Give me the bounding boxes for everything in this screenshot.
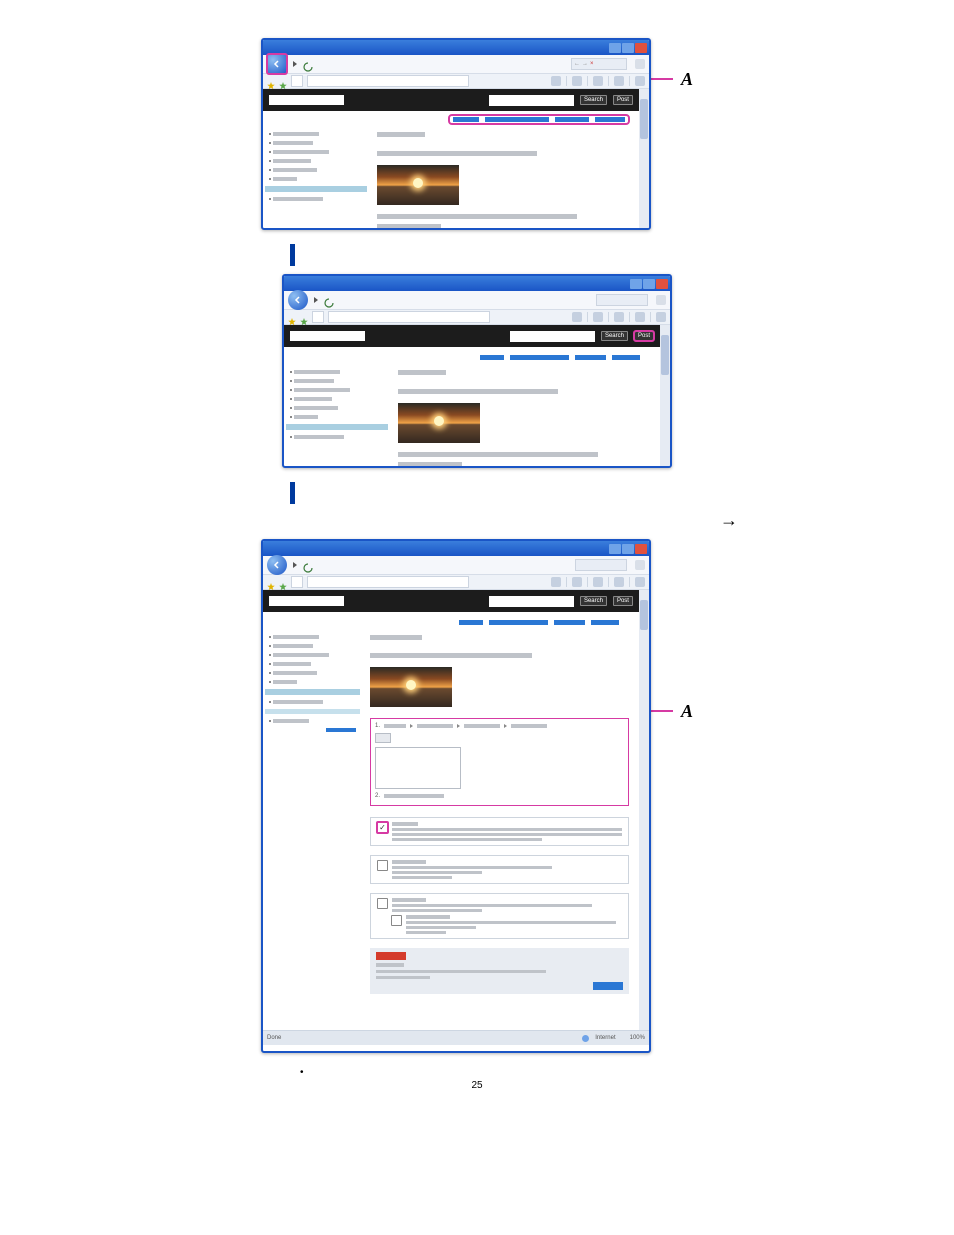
post-form: 1. — [370, 718, 629, 806]
search-button[interactable]: Search — [601, 331, 628, 341]
close-icon — [635, 43, 647, 53]
post-button[interactable]: Post — [613, 596, 633, 606]
tab-icon — [291, 75, 303, 87]
callout-A-label: A — [681, 69, 693, 90]
page-number: 25 — [0, 1080, 954, 1091]
option-checkbox[interactable] — [377, 898, 388, 909]
maximize-icon — [643, 279, 655, 289]
zone-icon — [582, 1035, 589, 1042]
screenshot-3: Search Post — [261, 539, 651, 1053]
content-image — [377, 165, 459, 205]
content-image — [370, 667, 452, 707]
browser-tab-bar — [263, 74, 649, 89]
submit-button[interactable] — [593, 982, 623, 990]
favorites-icon — [267, 77, 275, 85]
search-input[interactable] — [510, 331, 595, 342]
close-icon — [656, 279, 668, 289]
breadcrumb: 1. — [375, 723, 624, 729]
search-go-icon — [635, 59, 645, 69]
screenshot-1: ← → × — [261, 38, 651, 230]
back-button[interactable] — [267, 54, 287, 74]
options-section — [370, 817, 629, 846]
refresh-icon — [324, 295, 334, 305]
status-bar: Done Internet 100% — [263, 1030, 649, 1045]
maximize-icon — [622, 43, 634, 53]
section-marker — [290, 482, 954, 504]
option-checkbox[interactable] — [377, 822, 388, 833]
cancel-button[interactable] — [376, 952, 406, 960]
home-icon — [551, 76, 561, 86]
tools-icon — [635, 76, 645, 86]
content-image — [398, 403, 480, 443]
page-content: Search Post — [263, 89, 649, 230]
browser-tab[interactable] — [307, 75, 469, 87]
back-button[interactable] — [288, 290, 308, 310]
site-logo — [290, 331, 365, 341]
post-textarea[interactable] — [375, 747, 461, 789]
post-button[interactable]: Post — [613, 95, 633, 105]
add-favorite-icon — [279, 77, 287, 85]
close-icon — [635, 544, 647, 554]
submenu-row[interactable] — [449, 115, 629, 124]
search-input[interactable] — [489, 596, 574, 607]
refresh-icon — [303, 59, 313, 69]
site-logo — [269, 596, 344, 606]
search-go-icon — [656, 295, 666, 305]
sidebar — [263, 128, 369, 230]
print-icon — [593, 76, 603, 86]
minimize-icon — [630, 279, 642, 289]
minimize-icon — [609, 43, 621, 53]
section-marker — [290, 244, 954, 266]
favorites-icon — [288, 313, 296, 321]
dropdown-icon — [293, 61, 297, 67]
window-titlebar — [263, 40, 649, 55]
bullet-point: • — [300, 1067, 954, 1078]
dropdown-icon — [314, 297, 318, 303]
callout-A-label: A — [681, 701, 693, 722]
back-button[interactable] — [267, 555, 287, 575]
feeds-icon — [572, 76, 582, 86]
status-zone: Internet — [595, 1035, 615, 1041]
search-button[interactable]: Search — [580, 596, 607, 606]
option-checkbox[interactable] — [377, 860, 388, 871]
minimize-icon — [609, 544, 621, 554]
arrow-right: → — [720, 510, 954, 531]
browser-nav-bar: ← → × — [263, 55, 649, 74]
status-zoom: 100% — [630, 1035, 645, 1041]
post-button[interactable]: Post — [634, 331, 654, 341]
format-button[interactable] — [375, 733, 391, 743]
status-done: Done — [267, 1035, 281, 1041]
maximize-icon — [622, 544, 634, 554]
option-checkbox[interactable] — [391, 915, 402, 926]
search-input[interactable] — [489, 95, 574, 106]
screenshot-2: Search Post — [282, 274, 672, 468]
add-favorite-icon — [300, 313, 308, 321]
search-button[interactable]: Search — [580, 95, 607, 105]
page-icon — [614, 76, 624, 86]
site-logo — [269, 95, 344, 105]
